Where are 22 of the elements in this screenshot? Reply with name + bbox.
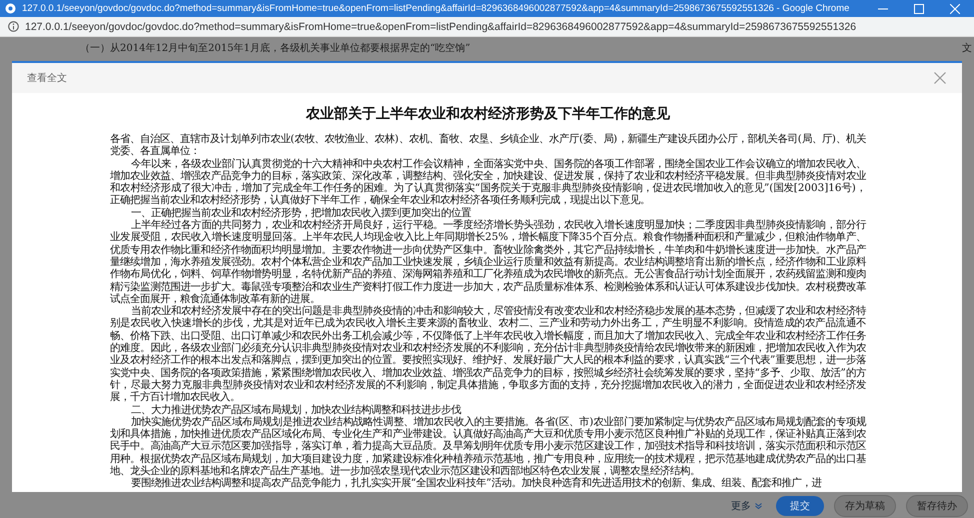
paragraph: 各省、自治区、直辖市及计划单列市农业(农牧、农牧渔业、农林)、农机、畜牧、农垦、乡镇企业、水产厅(委、局)，新疆生产建设兵团办公厅，部机关各司(局、厅)、机关党委、各直属单位：: [110, 133, 866, 158]
paragraph: 当前农业和农村经济发展中存在的突出问题是非典型肺炎疫情的冲击和影响较大，尽管疫情没有改变农业和农村经济稳步发展的基本态势，但减缓了农业和农村经济特别是农民收入快速增长的步伐，尤其是对近年已成为农民收入增长主要来源的畜牧业、农村二、三产业和劳动力外出务工，产生明显不利影响。疫情造成的农产品流通不畅、价格下跌、出口受阻、出口订单减少和农民外出务工机会减少等，不仅降低了上半年农民收入增长幅度，而且加大了增加农民收入、完成全年农业和农村经济工作任务的难度。因此，各级农业部门必须充分认识非典型肺炎疫情对农业和农村经济发展的不利影响，充分估计非典型肺炎疫情给农民增收带来的新困难，把增加农民收入作为农业及农村经济工作的根本出发点和落脚点，摆到更加突出的位置。要按照实现好、维护好、发展好最广大人民的根本利益的要求，认真实践“三个代表”重要思想，进一步落实党中央、国务院的各项政策措施，紧紧围绕增加农民收入、增加农业效益、增强农产品竞争力的目标，按照城乡经济社会统筹发展的要求，坚持“多予、少取、放活”的方针，尽最大努力克服非典型肺炎疫情对农业和农村经济发展的不利影响，制定具体措施，争取多方面的支持，充分挖掘增加农民收入的潜力，全面促进农业和农村经济发展，千方百计增加农民收入。: [110, 305, 866, 404]
paragraph: 上半年经过各方面的共同努力，农业和农村经济开局良好，运行平稳。一季度经济增长势头强劲，农民收入增长速度明显加快；二季度因非典型肺炎疫情影响，部分行业发展受阻，农民收入增长速度明显回落。上半年农民人均现金收入比上年同期增长25%，增长幅度下降35个百分点。粮食作物播种面积和产量减少，但粮油作物单产、优质专用农作物比重和经济作物面积均明显增加。主要农作物进一步向优势产区集中。畜牧业除禽类外，其它产品持续增长，牛羊肉和牛奶增长速度进一步加快。水产品产量继续增加，海水养殖发展强劲。农村个体私营企业和农产品加工业快速发展，乡镇企业运行质量和效益有新提高。农业结构调整培育出新的增长点，经济作物和工业原料作物布局优化，饲料、饲草作物增势明显，名特优新产品的养殖、深海网箱养殖和工厂化养殖成为农民增收的新亮点。无公害食品行动计划全面展开，农药残留监测和瘦肉精污染监测范围进一步扩大。毒鼠强专项整治和农业生产资料打假工作力度进一步加大，农产品质量标准体系、检测检验体系和认证认可体系建设步伐加快。农村税费改革试点全面展开，粮食流通体制改革有新的进展。: [110, 219, 866, 305]
notice-text: （一）从2014年12月中旬至2015年1月底，各级机关事业单位都要根据界定的“吃空饷”: [80, 42, 470, 55]
side-tab[interactable]: 文: [962, 41, 974, 55]
paragraph: 一、正确把握当前农业和农村经济形势，把增加农民收入摆到更加突出的位置: [130, 206, 472, 219]
chevron-icon: [755, 503, 762, 509]
paragraph: 要围绕推进农业结构调整和提高农产品竞争能力，扎扎实实开展“全国农业科技年”活动。加快良种选育和先进适用技术的创新、集成、组装、配套和推广，进: [130, 477, 822, 490]
paragraph: 加快实施优势农产品区域布局规划是推进农业结构战略性调整、增加农民收入的主要措施。各省(区、市)农业部门要加紧制定与优势农产品区域布局规划配套的专项规划和具体措施，加快推进优质农产品区域化布局、专业化生产和产业带建设。认真做好高油高产大豆和优质专用小麦示范区良种推广补贴的兑现工作，保证补贴真正落到农民手中。高油高产大豆示范区要加强指导，落实订单，着力提高大豆品质。及早筹划明年优质专用小麦示范区建设工作，加强技术指导和科技培训，落实示范面积和示范区用种。根据优势农产品区域布局规划，加大项目建设力度，加紧建设标准化种植养殖示范基地，推广专用良种，应用统一的技术规程，把示范基地建成优势农产品的出口基地、龙头企业的原料基地和名牌农产品生产基地。进一步加强农垦现代农业示范区建设和西部地区特色农业发展，调整农垦经济结构。: [110, 416, 866, 478]
submit-button[interactable]: 提交: [776, 496, 824, 516]
document-title: 农业部关于上半年农业和农村经济形势及下半年工作的意见: [304, 105, 671, 123]
maximize-icon[interactable]: [914, 4, 924, 14]
paragraph: 二、大力推进优势农产品区域布局规划，加快农业结构调整和科技进步步伐: [130, 404, 462, 416]
dialog-title: 查看全文: [27, 72, 67, 85]
action-button[interactable]: 暂存待办: [906, 495, 968, 517]
close-icon[interactable]: [934, 72, 946, 84]
url-text[interactable]: 127.0.0.1/seeyon/govdoc/govdoc.do?method=summary&isFromHome=true&openFrom=listPending&affairId=8296368496002877592&app=4&summaryId=2598673675592551326: [25, 20, 856, 32]
paragraph: 今年以来，各级农业部门认真贯彻党的十六大精神和中央农村工作会议精神，全面落实党中央、国务院的各项工作部署，围绕全国农业工作会议确立的增加农民收入、增加农业效益、增强农产品竞争力的目标，落实政策、深化改革，调整结构、强化安全，加快建设、促进发展，保持了农业和农村经济平稳发展。但非典型肺炎疫情对农业和农村经济形成了很大冲击，增加了完成全年工作任务的困难。为了认真贯彻落实“国务院关于克服非典型肺炎疫情影响，促进农民增加收入的意见”(国发[2003]16号)，正确把握当前农业和农村经济形势，认真做好下半年工作，确保全年农业和农村经济各项任务顺利完成，现提出以下意见。: [110, 158, 866, 207]
window-title: 127.0.0.1/seeyon/govdoc/govdoc.do?method=summary&isFromHome=true&openFrom=listPending&affairId=8296368496002877592&app=4&summaryId=2598673675592551326 - Google Chrome: [22, 3, 850, 14]
action-button[interactable]: 存为草稿: [834, 495, 896, 517]
more-button[interactable]: 更多: [727, 496, 766, 516]
info-icon: [8, 21, 19, 32]
